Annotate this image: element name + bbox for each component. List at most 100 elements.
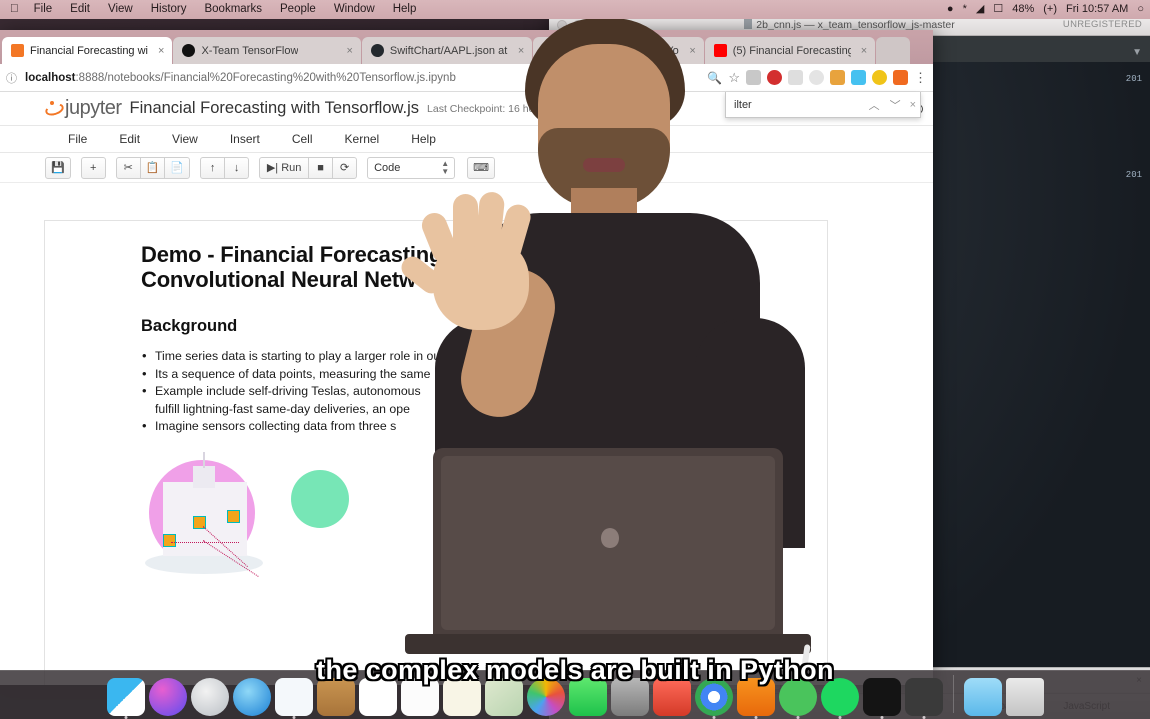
menu-cell[interactable]: Cell xyxy=(276,132,329,146)
extension-icon-8[interactable] xyxy=(893,70,908,85)
browser-tab-1[interactable]: X-Team TensorFlow × xyxy=(173,37,361,64)
close-icon[interactable]: × xyxy=(861,45,867,57)
copy-icon[interactable]: 📋 xyxy=(139,156,166,179)
unregistered-badge: UNREGISTERED xyxy=(1062,19,1142,30)
screen-root: 2b_cnn.js — x_team_tensorflow_js-master … xyxy=(0,0,1150,719)
zoom-icon[interactable]: 🔍 xyxy=(707,71,722,85)
save-icon[interactable]: 💾 xyxy=(45,156,71,179)
menu-help[interactable]: Help xyxy=(395,132,452,146)
browser-tab-label: SwiftChart/AAPL.json at mast xyxy=(389,44,508,57)
jupyter-notebook-page: jupyter Financial Forecasting with Tenso… xyxy=(0,92,933,685)
extension-icon-3[interactable] xyxy=(788,70,803,85)
omnibox-actions[interactable]: 🔍 ☆ ⋮ xyxy=(707,70,927,86)
macos-menu-bar[interactable]:  File Edit View History Bookmarks Peopl… xyxy=(0,0,1150,19)
menu-item-bookmarks[interactable]: Bookmarks xyxy=(195,0,271,19)
extension-icon-1[interactable] xyxy=(746,70,761,85)
close-icon[interactable]: × xyxy=(158,45,164,57)
extension-icon-5[interactable] xyxy=(830,70,845,85)
close-icon[interactable]: × xyxy=(346,45,352,57)
command-palette-icon[interactable]: ⌨ xyxy=(467,156,495,179)
list-item: Imagine sensors collecting data from thr… xyxy=(141,417,787,436)
menu-item-help[interactable]: Help xyxy=(384,0,426,19)
jupyter-toolbar[interactable]: 💾 + ✂ 📋 📄 ↑ ↓ ▶| Run ■ ⟳ Code ▲ ▼ ⌨ xyxy=(0,153,933,183)
menu-edit[interactable]: Edit xyxy=(103,132,156,146)
address-input[interactable]: localhost:8888/notebooks/Financial%20For… xyxy=(25,72,699,84)
close-icon[interactable]: × xyxy=(908,99,916,111)
list-item: Example include self-driving Teslas, aut… xyxy=(141,382,787,401)
chevron-down-icon[interactable]: ▼ xyxy=(1124,43,1150,62)
bookmark-star-icon[interactable]: ☆ xyxy=(728,70,740,86)
list-item: Its a sequence of data points, measuring… xyxy=(141,365,787,384)
insert-cell-below-button[interactable]: + xyxy=(80,156,106,179)
toolbar-group-insert[interactable]: + xyxy=(80,156,106,179)
menu-insert[interactable]: Insert xyxy=(214,132,276,146)
list-item: Time series data is starting to play a l… xyxy=(141,347,787,366)
extension-icon-7[interactable] xyxy=(872,70,887,85)
list-item-text-tail: that xyxy=(678,384,700,399)
spotlight-icon[interactable]: ○ xyxy=(1137,0,1144,19)
toolbar-group-run[interactable]: ▶| Run ■ ⟳ xyxy=(259,156,358,179)
find-input[interactable]: ilter xyxy=(734,99,862,111)
menu-file[interactable]: File xyxy=(52,132,103,146)
code-line-fragment: 201 xyxy=(1125,170,1142,180)
menu-item-edit[interactable]: Edit xyxy=(61,0,99,19)
close-icon[interactable]: × xyxy=(518,45,524,57)
figure-spire xyxy=(203,451,205,468)
extension-icon-6[interactable] xyxy=(851,70,866,85)
menu-item-file[interactable]: File xyxy=(25,0,62,19)
paste-icon[interactable]: 📄 xyxy=(164,156,191,179)
menu-item-view[interactable]: View xyxy=(99,0,142,19)
notebook-cell-markdown[interactable]: Demo - Financial Forecasting ple St Conv… xyxy=(44,220,828,685)
chrome-tab-strip[interactable]: Financial Forecasting with Ten × X-Team … xyxy=(0,30,933,64)
find-next-icon[interactable]: ﹀ xyxy=(887,97,904,113)
run-cell-button[interactable]: ▶| Run xyxy=(259,156,310,179)
close-icon[interactable]: × xyxy=(689,45,695,57)
chrome-address-bar[interactable]: ⓘ localhost:8888/notebooks/Financial%20F… xyxy=(0,64,933,92)
jupyter-logo[interactable]: jupyter xyxy=(44,97,122,120)
toolbar-group-move[interactable]: ↑ ↓ xyxy=(200,156,250,179)
move-cell-up-button[interactable]: ↑ xyxy=(200,156,226,179)
apple-menu-icon[interactable]:  xyxy=(4,0,25,19)
figure-tower xyxy=(193,465,215,488)
new-tab-button[interactable] xyxy=(876,37,911,64)
cut-icon[interactable]: ✂ xyxy=(115,156,141,179)
cell-type-value: Code xyxy=(374,161,401,174)
chrome-menu-icon[interactable]: ⋮ xyxy=(914,70,927,86)
jupyter-menu-bar[interactable]: File Edit View Insert Cell Kernel Help xyxy=(0,126,933,153)
menu-kernel[interactable]: Kernel xyxy=(329,132,396,146)
browser-tab-2[interactable]: SwiftChart/AAPL.json at mast × xyxy=(361,37,533,64)
menu-item-people[interactable]: People xyxy=(271,0,325,19)
restart-kernel-button[interactable]: ⟳ xyxy=(332,156,358,179)
browser-tab-0[interactable]: Financial Forecasting with Ten × xyxy=(2,37,173,64)
list-item-continuation: fulfill lightning-fast same-day deliveri… xyxy=(155,401,410,416)
menu-item-history[interactable]: History xyxy=(142,0,196,19)
chrome-browser-window[interactable]: Financial Forecasting with Ten × X-Team … xyxy=(0,30,933,685)
toolbar-group-save[interactable]: 💾 xyxy=(45,156,71,179)
battery-charging-icon: (+) xyxy=(1043,3,1057,15)
cell-type-select[interactable]: Code ▲ ▼ xyxy=(367,156,456,179)
airplay-icon[interactable]: ☐ xyxy=(993,0,1003,19)
bluetooth-icon[interactable]: * xyxy=(963,0,967,19)
page-info-icon[interactable]: ⓘ xyxy=(6,70,17,86)
heading-line-1-tail: ple St xyxy=(514,242,573,267)
notebook-title[interactable]: Financial Forecasting with Tensorflow.js xyxy=(130,99,420,118)
menu-item-window[interactable]: Window xyxy=(325,0,384,19)
browser-tab-3[interactable]: (5) rap instrumental - YouTube × xyxy=(533,37,704,64)
browser-tab-4[interactable]: (5) Financial Forecasting usin × xyxy=(704,37,876,64)
wifi-icon[interactable]: ◢ xyxy=(976,0,984,19)
menu-view[interactable]: View xyxy=(156,132,214,146)
menu-bar-status-area[interactable]: ● * ◢ ☐ 48% (+) Fri 10:57 AM ○ xyxy=(947,0,1150,19)
chevron-updown-icon: ▲ ▼ xyxy=(441,159,450,176)
chrome-find-bar[interactable]: ilter ︿ ﹀ × xyxy=(725,92,921,118)
move-cell-down-button[interactable]: ↓ xyxy=(224,156,250,179)
interrupt-kernel-button[interactable]: ■ xyxy=(308,156,334,179)
browser-tab-label: (5) Financial Forecasting usin xyxy=(732,44,851,57)
menu-bar-clock[interactable]: Fri 10:57 AM xyxy=(1066,0,1128,19)
extension-icon-4[interactable] xyxy=(809,70,824,85)
heading-line-2: Convolutional Neural Network xyxy=(141,266,450,292)
battery-percent-label: 48% xyxy=(1012,3,1035,15)
extension-icon-2[interactable] xyxy=(767,70,782,85)
find-prev-icon[interactable]: ︿ xyxy=(866,97,883,113)
dropbox-icon[interactable]: ● xyxy=(947,0,954,19)
toolbar-group-edit[interactable]: ✂ 📋 📄 xyxy=(115,156,191,179)
